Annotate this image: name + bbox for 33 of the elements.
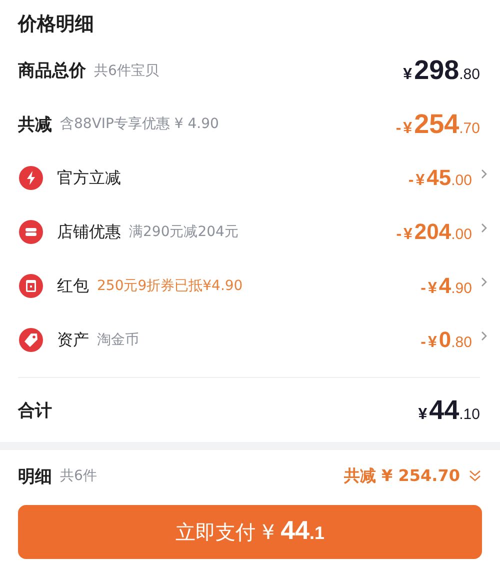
tag-icon [19, 328, 43, 352]
discount-label: 官方立减 [57, 168, 121, 188]
discount-label: 资产 [57, 330, 89, 350]
discount-amount[interactable]: -¥4.90 [420, 273, 472, 299]
total-price: ¥44.10 [418, 394, 480, 426]
pay-button[interactable]: 立即支付 ¥ 44.1 [18, 505, 482, 559]
shop-icon [19, 220, 43, 244]
row-note: 含88VIP专享优惠 ¥ 4.90 [60, 115, 219, 134]
total-label: 合计 [18, 400, 52, 422]
discount-amount[interactable]: -¥204.00 [396, 219, 472, 245]
section-title: 价格明细 [18, 12, 95, 37]
lightning-icon [19, 166, 43, 190]
price: -¥254.70 [396, 108, 480, 140]
envelope-icon [19, 274, 43, 298]
discount-note: 淘金币 [97, 331, 139, 349]
chevron-right-icon[interactable] [480, 222, 488, 234]
discount-amount[interactable]: -¥0.80 [420, 327, 472, 353]
discount-amount[interactable]: -¥45.00 [408, 165, 472, 191]
double-chevron-down-icon[interactable] [468, 469, 482, 483]
discount-label: 店铺优惠 [57, 222, 121, 242]
chevron-right-icon[interactable] [480, 276, 488, 288]
row-label: 共减 [18, 114, 52, 136]
discount-label: 红包 [57, 276, 89, 296]
item-count: 共6件 [60, 467, 97, 485]
row-label: 商品总价 [18, 60, 86, 82]
chevron-right-icon[interactable] [480, 330, 488, 342]
detail-label: 明细 [18, 466, 52, 488]
row-note: 共6件宝贝 [94, 62, 159, 80]
price: ¥298.80 [403, 55, 480, 86]
chevron-right-icon[interactable] [480, 168, 488, 180]
discount-note: 满290元减204元 [129, 223, 238, 241]
total-saving[interactable]: 共减 ¥ 254.70 [344, 466, 460, 486]
discount-note: 250元9折券已抵¥4.90 [97, 277, 243, 295]
